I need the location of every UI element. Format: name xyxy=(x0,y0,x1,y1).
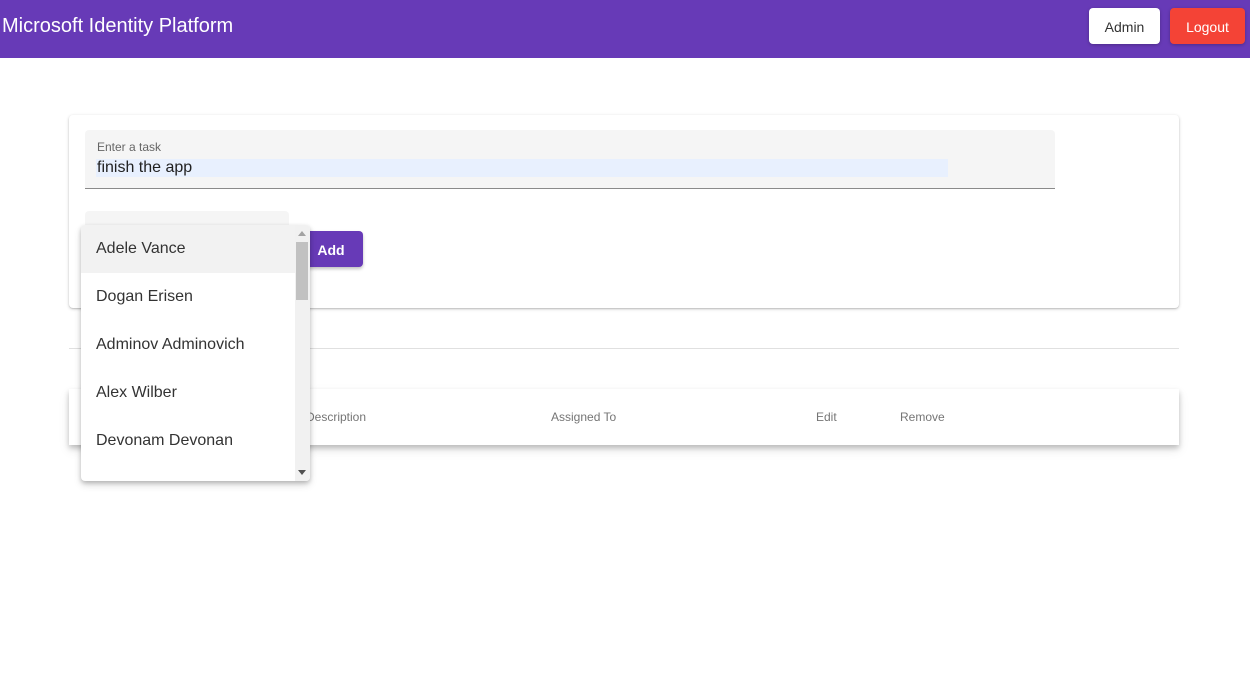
assignee-option-alex-wilber[interactable]: Alex Wilber xyxy=(81,369,295,417)
scroll-up-arrow-icon[interactable] xyxy=(298,231,306,236)
column-header-edit: Edit xyxy=(816,410,837,424)
logout-button[interactable]: Logout xyxy=(1170,8,1245,44)
assignee-option-devonam-devonan[interactable]: Devonam Devonan xyxy=(81,417,295,465)
task-input[interactable] xyxy=(96,159,948,177)
assignee-dropdown-panel: Adele Vance Dogan Erisen Adminov Adminov… xyxy=(81,225,310,481)
task-field-label: Enter a task xyxy=(97,140,162,154)
assignee-option-adminov-adminovich[interactable]: Adminov Adminovich xyxy=(81,321,295,369)
column-header-remove: Remove xyxy=(900,410,945,424)
scroll-thumb[interactable] xyxy=(296,242,308,300)
scroll-down-arrow-icon[interactable] xyxy=(298,470,306,475)
column-header-assigned-to: Assigned To xyxy=(551,410,617,424)
column-header-description: Description xyxy=(306,410,367,424)
app-toolbar: Microsoft Identity Platform Admin Logout xyxy=(0,0,1250,58)
assignee-option-dogan-erisen[interactable]: Dogan Erisen xyxy=(81,273,295,321)
dropdown-scrollbar[interactable] xyxy=(295,225,310,481)
assignee-option-adele-vance[interactable]: Adele Vance xyxy=(81,225,295,273)
app-title: Microsoft Identity Platform xyxy=(2,15,234,37)
task-field[interactable]: Enter a task xyxy=(85,130,1055,189)
admin-button[interactable]: Admin xyxy=(1089,8,1160,44)
